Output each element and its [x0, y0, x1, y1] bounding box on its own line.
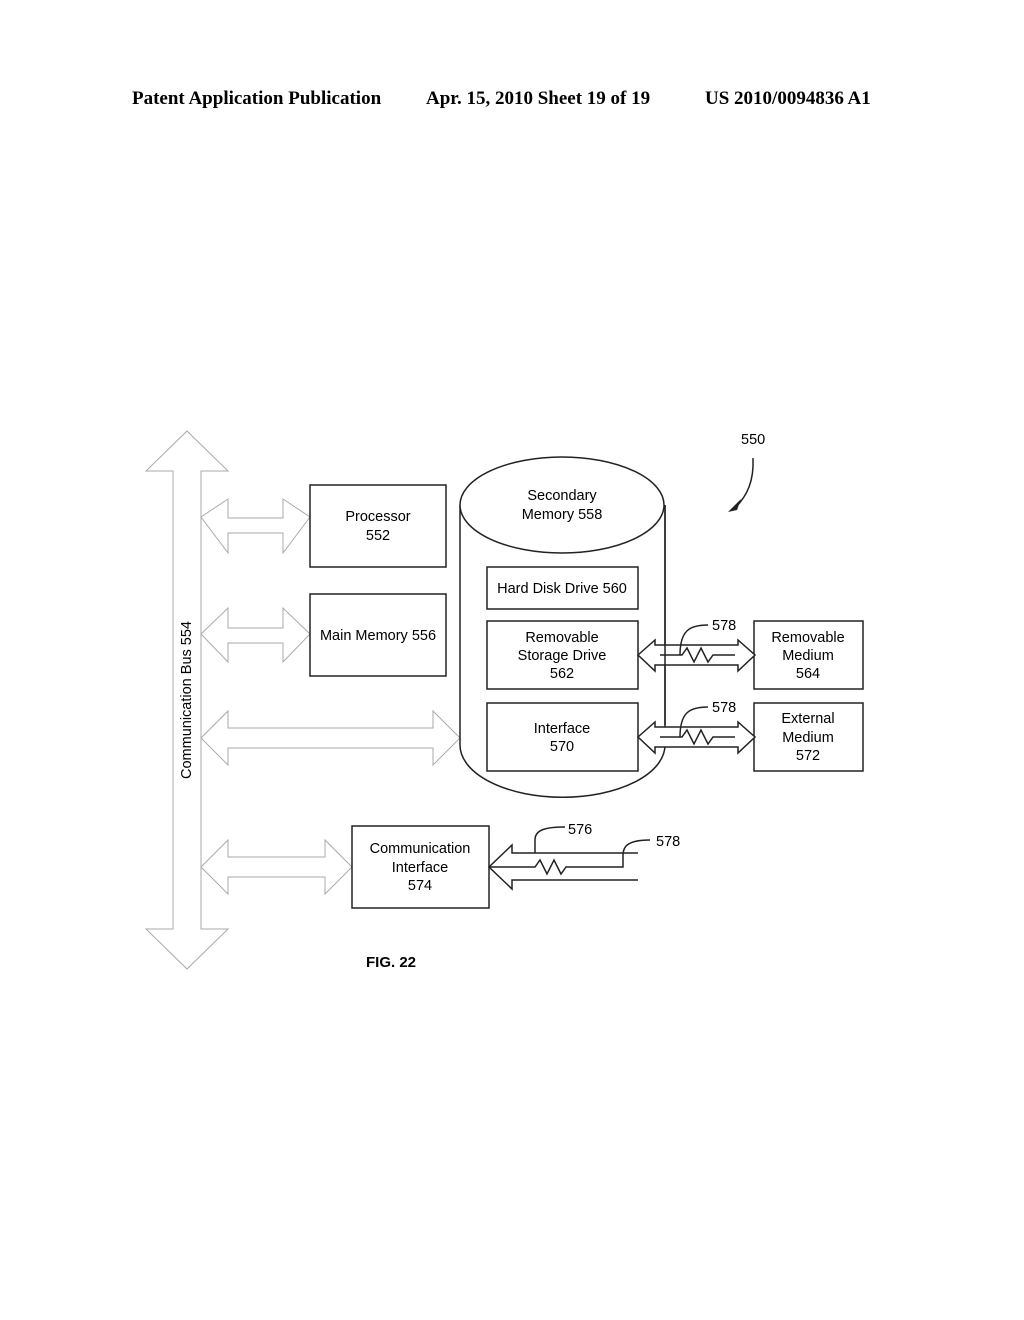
signal-channel-arrow: 576 578	[487, 822, 680, 891]
svg-text:578: 578	[656, 834, 680, 850]
svg-text:550: 550	[741, 432, 765, 448]
svg-text:Secondary: Secondary	[527, 488, 597, 504]
svg-text:578: 578	[712, 700, 736, 716]
interface-block: Interface 570	[486, 702, 639, 772]
svg-text:576: 576	[568, 822, 592, 838]
main-memory-block: Main Memory 556	[309, 593, 447, 677]
removable-storage-drive-block: Removable Storage Drive 562	[486, 620, 639, 690]
svg-text:Hard Disk Drive 560: Hard Disk Drive 560	[497, 581, 627, 597]
reference-550: 550	[728, 432, 765, 512]
svg-text:Removable: Removable	[771, 630, 844, 646]
svg-text:552: 552	[366, 528, 390, 544]
svg-text:564: 564	[796, 666, 820, 682]
svg-text:Interface: Interface	[392, 860, 448, 876]
svg-text:570: 570	[550, 739, 574, 755]
svg-text:Processor: Processor	[345, 509, 410, 525]
bus-comm-interface-arrow	[200, 838, 353, 896]
external-medium-block: External Medium 572	[753, 702, 864, 772]
svg-text:Interface: Interface	[534, 721, 590, 737]
svg-text:Medium: Medium	[782, 648, 834, 664]
svg-text:External: External	[781, 711, 834, 727]
svg-text:Main Memory 556: Main Memory 556	[320, 628, 436, 644]
svg-text:Memory 558: Memory 558	[522, 507, 603, 523]
svg-text:574: 574	[408, 878, 432, 894]
svg-text:572: 572	[796, 748, 820, 764]
bus-label: Communication Bus 554	[179, 621, 195, 779]
block-diagram: Communication Bus 554 Processor 552 Main…	[144, 430, 864, 971]
bus-main-memory-arrow	[200, 606, 311, 664]
svg-text:Medium: Medium	[782, 730, 834, 746]
svg-text:Removable: Removable	[525, 630, 598, 646]
hard-disk-block: Hard Disk Drive 560	[486, 566, 639, 610]
reference-arrowhead	[728, 499, 741, 512]
removable-medium-block: Removable Medium 564	[753, 620, 864, 690]
svg-text:578: 578	[712, 618, 736, 634]
svg-text:Communication: Communication	[370, 841, 471, 857]
svg-text:562: 562	[550, 666, 574, 682]
communication-interface-block: Communication Interface 574	[351, 825, 490, 909]
bus-secondary-memory-arrow	[200, 709, 461, 767]
bus-processor-arrow	[200, 498, 311, 555]
processor-block: Processor 552	[309, 484, 447, 568]
svg-text:Storage Drive: Storage Drive	[518, 648, 607, 664]
figure-caption: FIG. 22	[366, 954, 416, 971]
